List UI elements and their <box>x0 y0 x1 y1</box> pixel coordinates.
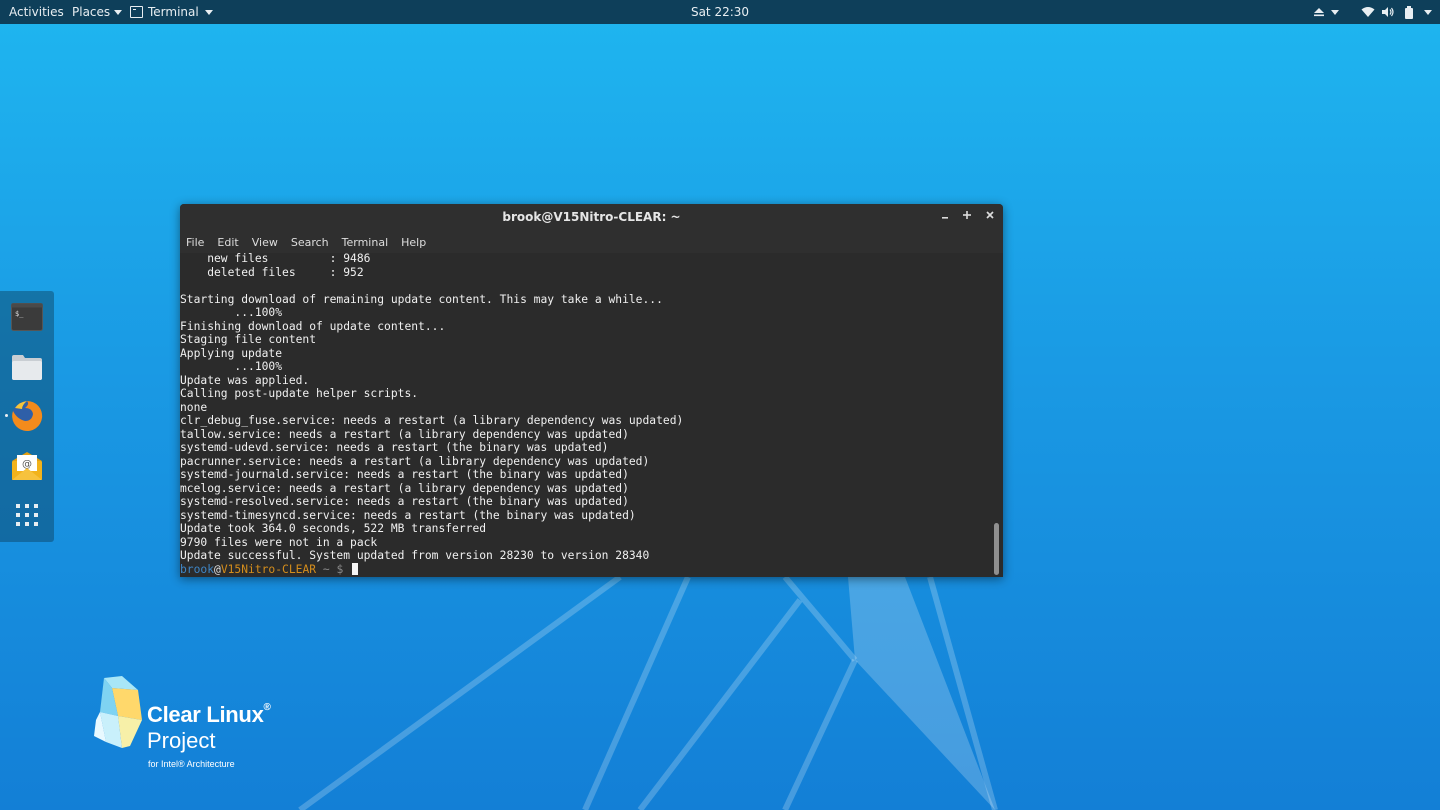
menu-view[interactable]: View <box>252 236 278 249</box>
logo-tagline: for Intel® Architecture <box>148 759 235 769</box>
app-menu[interactable]: Terminal <box>130 0 213 24</box>
terminal-window[interactable]: brook@V15Nitro-CLEAR: ~ File Edit View S… <box>180 204 1003 577</box>
running-indicator <box>5 414 8 417</box>
battery-icon <box>1405 5 1413 19</box>
clear-linux-logo-icon <box>94 676 142 748</box>
top-bar: Activities Places Terminal Sat 22:30 <box>0 0 1440 24</box>
menu-terminal[interactable]: Terminal <box>342 236 389 249</box>
menu-edit[interactable]: Edit <box>217 236 238 249</box>
terminal-output[interactable]: new files : 9486 deleted files : 952 Sta… <box>180 253 1003 577</box>
window-title: brook@V15Nitro-CLEAR: ~ <box>502 210 681 224</box>
wifi-icon <box>1361 7 1375 17</box>
dock-firefox[interactable] <box>5 396 47 436</box>
chevron-down-icon <box>1331 9 1339 15</box>
folder-icon <box>12 355 42 380</box>
terminal-line: Starting download of remaining update co… <box>180 292 663 306</box>
eject-icon <box>1314 8 1324 17</box>
activities-button[interactable]: Activities <box>9 0 64 24</box>
terminal-line: deleted files : 952 <box>180 265 364 279</box>
window-titlebar[interactable]: brook@V15Nitro-CLEAR: ~ <box>180 204 1003 231</box>
firefox-icon <box>12 400 43 431</box>
shell-prompt[interactable]: brook@V15Nitro-CLEAR ~ $ <box>180 562 683 577</box>
terminal-line: pacrunner.service: needs a restart (a li… <box>180 454 650 468</box>
terminal-line: 9790 files were not in a pack <box>180 535 378 549</box>
terminal-line: mcelog.service: needs a restart (a libra… <box>180 481 629 495</box>
system-menu[interactable] <box>1361 0 1432 24</box>
dock-files[interactable] <box>7 347 47 387</box>
menu-file[interactable]: File <box>186 236 204 249</box>
terminal-line: Update was applied. <box>180 373 310 387</box>
clock[interactable]: Sat 22:30 <box>691 5 749 19</box>
minimize-icon <box>942 217 948 219</box>
svg-text:$_: $_ <box>15 310 24 318</box>
terminal-line: Staging file content <box>180 333 317 346</box>
maximize-icon <box>963 211 971 219</box>
logo-title: Clear Linux® <box>147 702 271 727</box>
terminal-icon: $_ <box>11 303 43 331</box>
terminal-text: new files : 9486 deleted files : 952 Sta… <box>180 253 683 576</box>
terminal-line: ...100% <box>180 360 283 373</box>
minimize-button[interactable] <box>937 209 953 225</box>
close-button[interactable] <box>982 209 998 225</box>
volume-icon <box>1382 7 1394 17</box>
terminal-line: Finishing download of update content... <box>180 319 446 333</box>
chevron-down-icon <box>1424 9 1432 15</box>
app-grid-icon <box>16 504 38 526</box>
clear-linux-logo: Clear Linux® Project for Intel® Architec… <box>90 676 290 776</box>
menu-search[interactable]: Search <box>291 236 329 249</box>
chevron-down-icon <box>204 9 213 15</box>
maximize-button[interactable] <box>959 209 975 225</box>
terminal-line: systemd-journald.service: needs a restar… <box>180 468 629 481</box>
terminal-line: Update took 364.0 seconds, 522 MB transf… <box>180 522 487 535</box>
terminal-line: systemd-udevd.service: needs a restart (… <box>180 441 609 454</box>
terminal-line: tallow.service: needs a restart (a libra… <box>180 427 629 441</box>
app-menu-label: Terminal <box>148 5 199 19</box>
terminal-line: new files : 9486 <box>180 253 371 265</box>
prompt-at: @ <box>214 562 221 576</box>
scrollbar-thumb[interactable] <box>994 523 999 575</box>
dash-dock: $_ @ <box>0 291 54 542</box>
prompt-user: brook <box>180 562 215 576</box>
terminal-line: Applying update <box>180 346 283 360</box>
mail-icon: @ <box>12 452 42 480</box>
terminal-line: Calling post-update helper scripts. <box>180 387 419 400</box>
terminal-line: systemd-timesyncd.service: needs a resta… <box>180 508 636 522</box>
terminal-line: systemd-resolved.service: needs a restar… <box>180 495 629 508</box>
window-menubar: File Edit View Search Terminal Help <box>180 231 1003 253</box>
show-applications-button[interactable] <box>7 495 47 535</box>
terminal-line: ...100% <box>180 306 283 319</box>
prompt-host: V15Nitro-CLEAR <box>220 562 317 576</box>
text-cursor <box>352 562 359 575</box>
dock-mail[interactable]: @ <box>7 446 47 486</box>
dock-terminal[interactable]: $_ <box>7 297 47 337</box>
chevron-down-icon <box>114 10 123 15</box>
places-label: Places <box>72 5 111 19</box>
close-icon <box>986 211 994 219</box>
prompt-suffix: ~ $ <box>316 562 351 576</box>
terminal-line: none <box>180 400 208 414</box>
eject-menu[interactable] <box>1313 0 1339 24</box>
clock-container: Sat 22:30 <box>0 0 1440 24</box>
menu-help[interactable]: Help <box>401 236 426 249</box>
terminal-line: clr_debug_fuse.service: needs a restart … <box>180 414 684 427</box>
logo-subtitle: Project <box>147 728 216 753</box>
terminal-icon <box>130 6 143 18</box>
terminal-line: Update successful. System updated from v… <box>180 549 650 562</box>
places-menu[interactable]: Places <box>72 0 123 24</box>
